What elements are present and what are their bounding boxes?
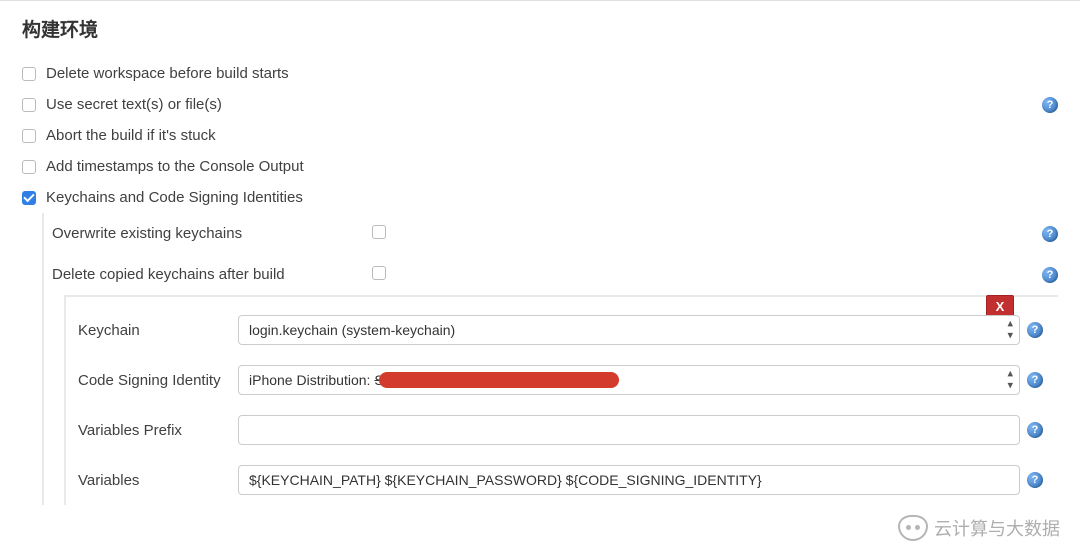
watermark-text: 云计算与大数据 [934, 515, 1060, 541]
code-signing-row: Code Signing Identity iPhone Distributio… [66, 355, 1058, 405]
abort-stuck-label: Abort the build if it's stuck [46, 127, 216, 144]
delete-keychains-after-label: Delete copied keychains after build [52, 266, 372, 283]
delete-keychains-after-row: Delete copied keychains after build ? [44, 254, 1058, 295]
keychain-row: Keychain login.keychain (system-keychain… [66, 305, 1058, 355]
use-secret-checkbox[interactable] [22, 98, 36, 112]
keychain-select[interactable]: login.keychain (system-keychain) ▴▾ [238, 315, 1020, 345]
help-icon[interactable]: ? [1027, 322, 1043, 338]
keychains-sub-block: Overwrite existing keychains ? Delete co… [42, 213, 1058, 505]
overwrite-keychains-checkbox[interactable] [372, 225, 386, 239]
delete-workspace-checkbox[interactable] [22, 67, 36, 81]
section-title: 构建环境 [22, 15, 1058, 42]
variables-value: ${KEYCHAIN_PATH} ${KEYCHAIN_PASSWORD} ${… [249, 472, 762, 488]
code-signing-select[interactable]: iPhone Distribution: Shanghai Lichong In… [238, 365, 1020, 395]
keychain-entry-panel: X Keychain login.keychain (system-keycha… [64, 295, 1058, 505]
watermark: 云计算与大数据 [898, 515, 1060, 541]
abort-stuck-checkbox[interactable] [22, 129, 36, 143]
variables-prefix-row: Variables Prefix ? [66, 405, 1058, 455]
help-icon[interactable]: ? [1027, 372, 1043, 388]
wechat-icon [898, 515, 928, 541]
variables-prefix-input[interactable] [238, 415, 1020, 445]
redaction-mark [379, 372, 619, 388]
help-icon[interactable]: ? [1027, 472, 1043, 488]
variables-prefix-label: Variables Prefix [78, 422, 238, 439]
code-signing-label: Code Signing Identity [78, 372, 238, 389]
delete-workspace-row[interactable]: Delete workspace before build starts [22, 58, 1058, 89]
variables-input[interactable]: ${KEYCHAIN_PATH} ${KEYCHAIN_PASSWORD} ${… [238, 465, 1020, 495]
code-signing-select-value: iPhone Distribution: [249, 372, 370, 388]
keychain-label: Keychain [78, 322, 238, 339]
build-environment-section: 构建环境 Delete workspace before build start… [0, 0, 1080, 505]
help-icon[interactable]: ? [1042, 97, 1058, 113]
use-secret-row-wrap: Use secret text(s) or file(s) ? [22, 89, 1058, 120]
abort-stuck-row[interactable]: Abort the build if it's stuck [22, 120, 1058, 151]
variables-row: Variables ${KEYCHAIN_PATH} ${KEYCHAIN_PA… [66, 455, 1058, 505]
chevron-updown-icon: ▴▾ [1007, 319, 1013, 342]
use-secret-label: Use secret text(s) or file(s) [46, 96, 222, 113]
help-icon[interactable]: ? [1042, 226, 1058, 242]
overwrite-keychains-label: Overwrite existing keychains [52, 225, 372, 242]
remove-entry-button[interactable]: X [986, 295, 1014, 317]
help-icon[interactable]: ? [1027, 422, 1043, 438]
add-timestamps-label: Add timestamps to the Console Output [46, 158, 304, 175]
add-timestamps-checkbox[interactable] [22, 160, 36, 174]
delete-workspace-label: Delete workspace before build starts [46, 65, 289, 82]
use-secret-row[interactable]: Use secret text(s) or file(s) [22, 89, 1042, 120]
delete-keychains-after-checkbox[interactable] [372, 266, 386, 280]
keychain-select-value: login.keychain (system-keychain) [249, 322, 455, 338]
keychains-label: Keychains and Code Signing Identities [46, 189, 303, 206]
help-icon[interactable]: ? [1042, 267, 1058, 283]
variables-label: Variables [78, 472, 238, 489]
keychains-checkbox[interactable] [22, 191, 36, 205]
overwrite-keychains-row: Overwrite existing keychains ? [44, 213, 1058, 254]
keychains-row[interactable]: Keychains and Code Signing Identities [22, 182, 1058, 213]
add-timestamps-row[interactable]: Add timestamps to the Console Output [22, 151, 1058, 182]
chevron-updown-icon: ▴▾ [1007, 369, 1013, 392]
